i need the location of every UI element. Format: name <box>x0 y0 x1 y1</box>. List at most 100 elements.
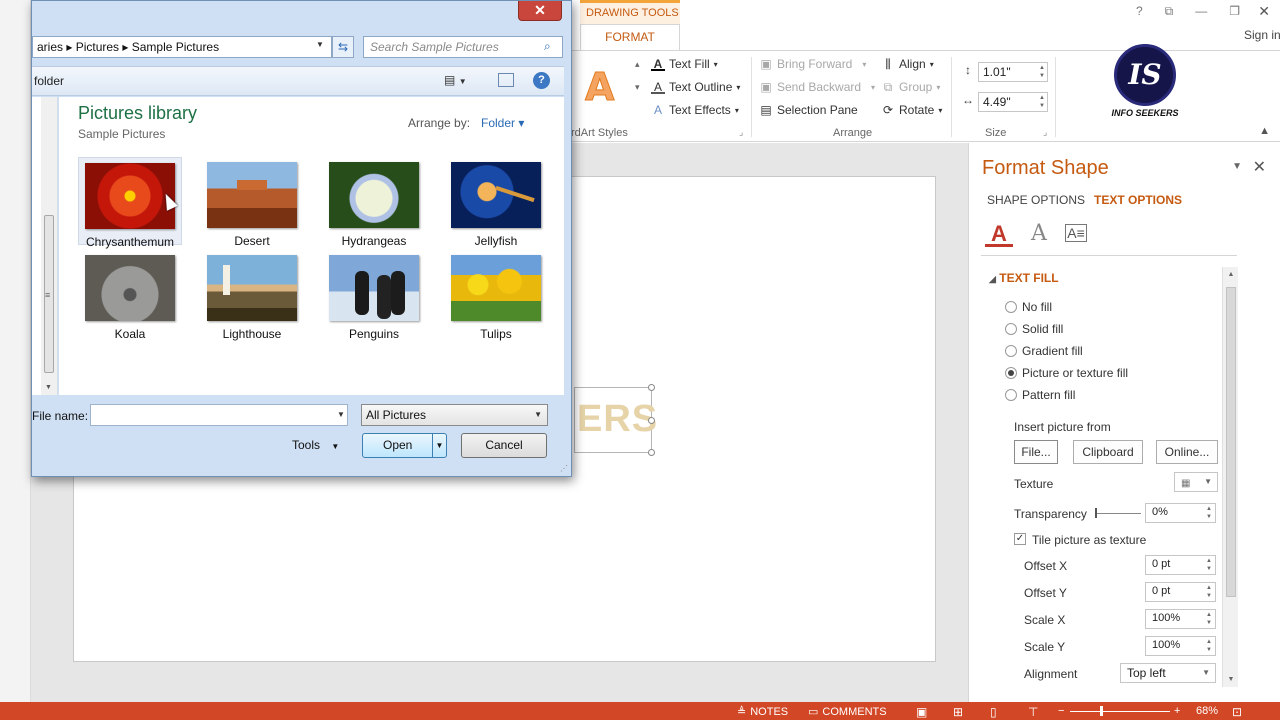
address-bar[interactable]: aries ▸ Pictures ▸ Sample Pictures <box>32 36 332 58</box>
file-item-tulips[interactable]: Tulips <box>444 250 548 341</box>
align-button[interactable]: ⫼ Align ▾ <box>881 57 933 71</box>
scrollbar-thumb[interactable] <box>1226 287 1236 597</box>
file-item-lighthouse[interactable]: Lighthouse <box>200 250 304 341</box>
transparency-slider-thumb[interactable] <box>1095 508 1097 518</box>
resize-handle[interactable] <box>648 449 655 456</box>
online-button[interactable]: Online... <box>1156 440 1218 464</box>
textbox-icon[interactable]: A≡ <box>1065 224 1087 242</box>
transparency-slider-track[interactable] <box>1097 513 1141 514</box>
scroll-up-icon[interactable]: ▲ <box>1223 271 1239 278</box>
slideshow-icon[interactable]: ⊤ <box>1028 705 1038 719</box>
preview-pane-icon[interactable] <box>498 73 514 87</box>
file-item-penguins[interactable]: Penguins <box>322 250 426 341</box>
texture-picker[interactable]: ▦ ▼ <box>1174 472 1218 492</box>
resize-grip-icon[interactable]: ⋰ <box>560 464 568 473</box>
cancel-button[interactable]: Cancel <box>461 433 547 458</box>
text-fill-section-header[interactable]: ◢ TEXT FILL <box>989 271 1059 285</box>
radio-no-fill[interactable]: No fill <box>1005 300 1052 314</box>
file-button[interactable]: File... <box>1014 440 1058 464</box>
spinner-arrows-icon[interactable]: ▲ ▼ <box>1039 94 1045 110</box>
spinner-arrows-icon[interactable]: ▲ ▼ <box>1206 638 1212 654</box>
file-item-jellyfish[interactable]: Jellyfish <box>444 157 548 248</box>
spinner-arrows-icon[interactable]: ▲ ▼ <box>1206 584 1212 600</box>
scale-x-field[interactable]: 100% ▲ ▼ <box>1145 609 1216 629</box>
radio-button[interactable] <box>1005 367 1017 379</box>
zoom-out-button[interactable]: − <box>1058 705 1064 717</box>
offset-y-field[interactable]: 0 pt ▲ ▼ <box>1145 582 1216 602</box>
transparency-field[interactable]: 0% ▲ ▼ <box>1145 503 1216 523</box>
comments-button[interactable]: ▭ COMMENTS <box>808 705 887 719</box>
text-effects-button[interactable]: A Text Effects ▾ <box>651 103 739 117</box>
open-split-chevron-icon[interactable]: ▼ <box>432 434 446 457</box>
open-button[interactable]: Open ▼ <box>362 433 447 458</box>
spinner-arrows-icon[interactable]: ▲ ▼ <box>1206 505 1212 521</box>
wordart-dialog-launcher-icon[interactable]: ⌟ <box>739 127 743 138</box>
normal-view-icon[interactable]: ▣ <box>916 705 927 719</box>
zoom-in-button[interactable]: + <box>1174 705 1180 717</box>
shape-width-field[interactable]: 4.49" ▲ ▼ <box>978 92 1048 112</box>
text-fill-button[interactable]: A Text Fill ▾ <box>651 57 718 71</box>
search-input[interactable]: Search Sample Pictures <box>363 36 563 58</box>
wordart-style-preview[interactable]: A <box>584 65 614 110</box>
search-icon[interactable]: ⌕ <box>544 39 551 54</box>
notes-button[interactable]: ≜ NOTES <box>737 705 788 719</box>
radio-button[interactable] <box>1005 323 1017 335</box>
resize-handle[interactable] <box>648 384 655 391</box>
file-item-hydrangeas[interactable]: Hydrangeas <box>322 157 426 248</box>
radio-gradient-fill[interactable]: Gradient fill <box>1005 344 1083 358</box>
spinner-arrows-icon[interactable]: ▲ ▼ <box>1206 611 1212 627</box>
wordart-scroll-down-icon[interactable]: ▾ <box>635 82 640 93</box>
zoom-level[interactable]: 68% <box>1196 705 1218 717</box>
file-item-koala[interactable]: Koala <box>78 250 182 341</box>
text-effects-icon[interactable]: A <box>1025 221 1053 247</box>
size-dialog-launcher-icon[interactable]: ⌟ <box>1043 127 1047 138</box>
scroll-down-icon[interactable]: ▼ <box>1223 676 1239 683</box>
minimize-icon[interactable]: — <box>1195 4 1207 19</box>
fit-to-window-icon[interactable]: ⊡ <box>1232 705 1242 719</box>
pane-scrollbar[interactable]: ▲ ▼ <box>1222 267 1238 687</box>
close-icon[interactable]: ✕ <box>1258 3 1270 20</box>
help-icon[interactable]: ? <box>1136 4 1143 19</box>
tab-shape-options[interactable]: SHAPE OPTIONS <box>987 193 1085 207</box>
scroll-down-icon[interactable]: ▼ <box>45 384 52 391</box>
spinner-arrows-icon[interactable]: ▲ ▼ <box>1039 64 1045 80</box>
new-folder-button[interactable]: folder <box>34 74 64 88</box>
close-icon[interactable]: ✕ <box>1253 157 1266 177</box>
sign-in-link[interactable]: Sign in <box>1244 28 1280 42</box>
radio-button[interactable] <box>1005 389 1017 401</box>
tile-checkbox[interactable]: ✓ <box>1014 533 1026 545</box>
navigation-scrollbar[interactable]: ≡ ▼ <box>41 97 57 395</box>
text-outline-button[interactable]: A Text Outline ▾ <box>651 80 740 94</box>
restore-icon[interactable]: ❐ <box>1229 4 1240 19</box>
rotate-button[interactable]: ⟳ Rotate ▾ <box>881 103 942 117</box>
radio-solid-fill[interactable]: Solid fill <box>1005 322 1063 336</box>
tab-text-options[interactable]: TEXT OPTIONS <box>1094 193 1182 207</box>
radio-button[interactable] <box>1005 345 1017 357</box>
alignment-dropdown[interactable]: Top left ▼ <box>1120 663 1216 683</box>
file-item-desert[interactable]: Desert <box>200 157 304 248</box>
arrange-by-dropdown[interactable]: Folder ▾ <box>481 116 524 130</box>
chevron-down-icon[interactable]: ▼ <box>337 410 345 419</box>
help-icon[interactable]: ? <box>533 72 550 89</box>
send-backward-button[interactable]: ▣ Send Backward ▾ <box>759 80 875 94</box>
file-name-input[interactable] <box>90 404 348 426</box>
change-view-button[interactable]: ▤ ▼ <box>444 73 467 87</box>
selected-text-box[interactable]: ERS <box>574 384 657 456</box>
pane-options-chevron-icon[interactable]: ▼ <box>1232 161 1242 172</box>
clipboard-button[interactable]: Clipboard <box>1073 440 1143 464</box>
tools-button[interactable]: Tools ▼ <box>292 438 339 452</box>
resize-handle[interactable] <box>648 417 655 424</box>
group-button[interactable]: ⧉ Group ▾ <box>881 80 941 94</box>
radio-picture-texture-fill[interactable]: Picture or texture fill <box>1005 366 1128 380</box>
wordart-scroll-icons[interactable]: ▴ <box>635 59 640 70</box>
chevron-down-icon[interactable]: ▼ <box>316 40 324 49</box>
slide-sorter-icon[interactable]: ⊞ <box>953 705 963 719</box>
shape-height-field[interactable]: 1.01" ▲ ▼ <box>978 62 1048 82</box>
file-type-select[interactable]: All Pictures ▼ <box>361 404 548 426</box>
bring-forward-button[interactable]: ▣ Bring Forward ▾ <box>759 57 866 71</box>
offset-x-field[interactable]: 0 pt ▲ ▼ <box>1145 555 1216 575</box>
text-fill-outline-icon[interactable]: A <box>985 221 1013 247</box>
reading-view-icon[interactable]: ▯ <box>990 705 997 719</box>
zoom-slider-track[interactable] <box>1070 711 1170 712</box>
radio-button[interactable] <box>1005 301 1017 313</box>
